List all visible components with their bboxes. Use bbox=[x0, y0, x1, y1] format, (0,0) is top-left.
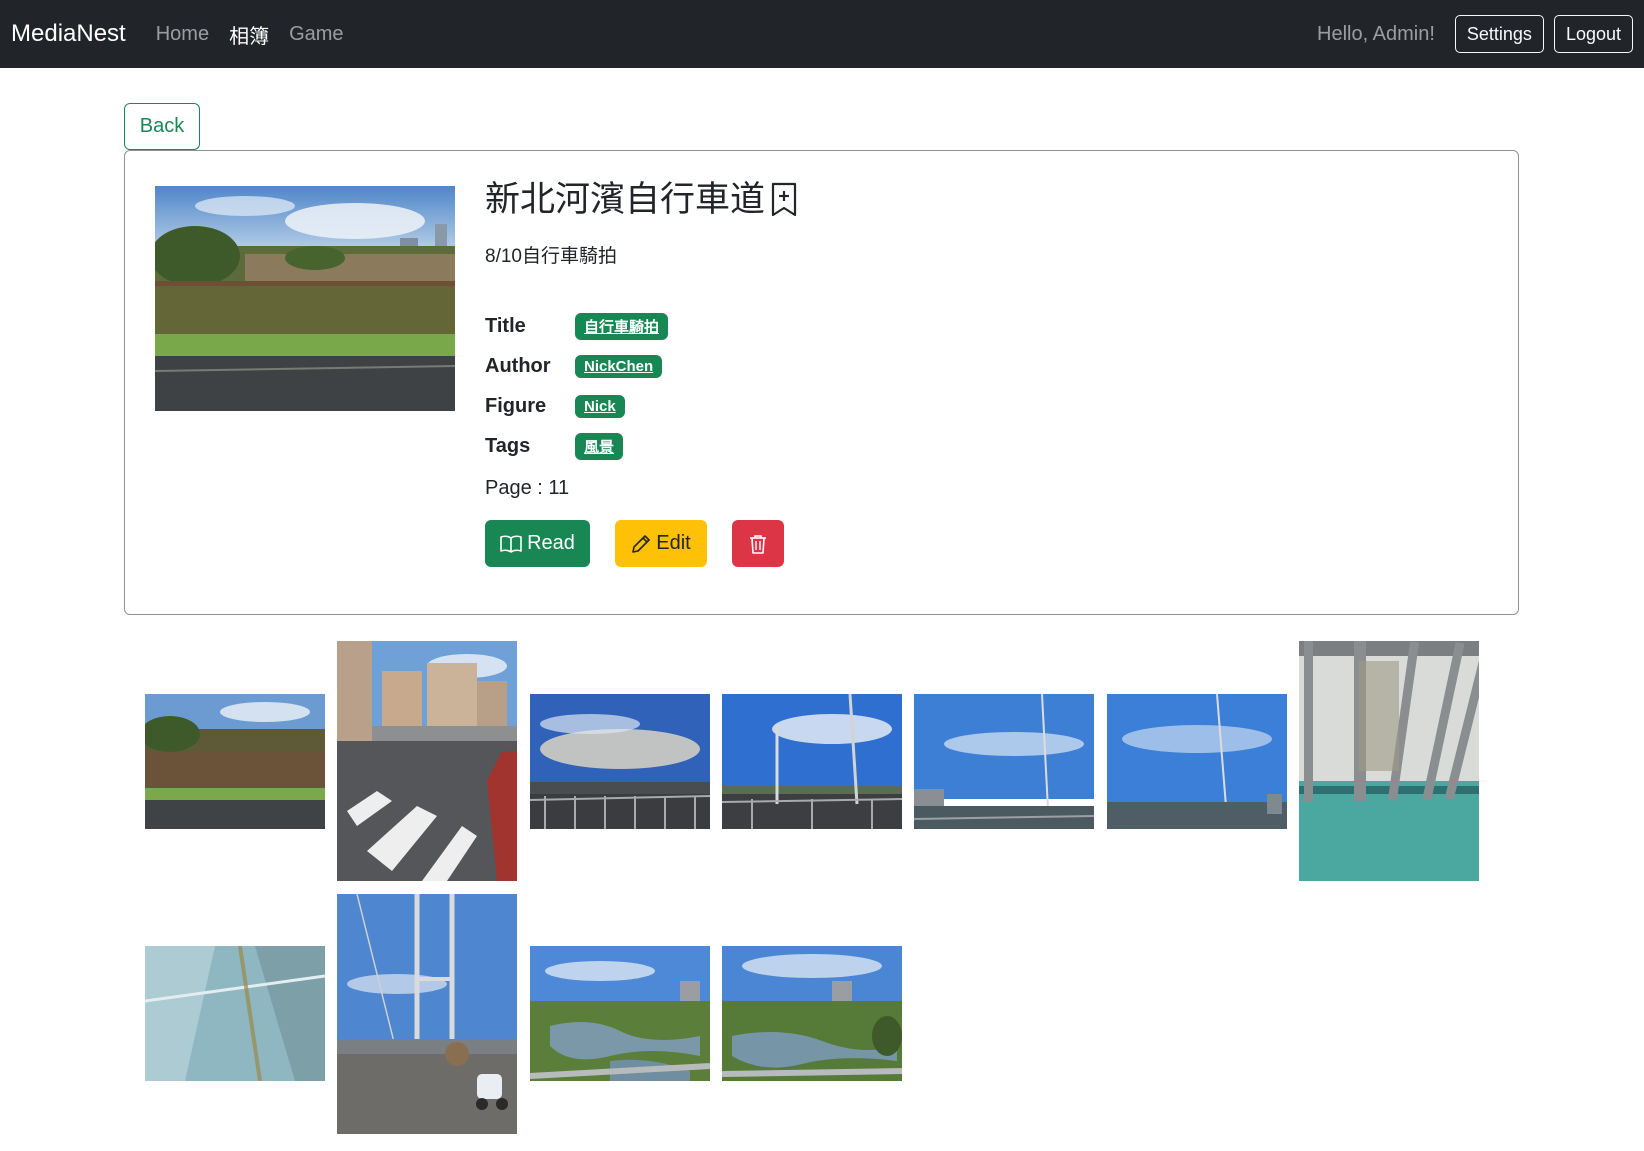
photo-thumbnail[interactable] bbox=[145, 946, 325, 1081]
delete-button[interactable] bbox=[732, 520, 784, 567]
meta-label: Figure bbox=[485, 394, 547, 417]
edit-button-label: Edit bbox=[656, 532, 691, 554]
nav-link-game[interactable]: Game bbox=[289, 23, 343, 46]
tag-badge-link[interactable]: 風景 bbox=[575, 432, 624, 460]
photo-thumbnail[interactable] bbox=[914, 694, 1094, 829]
photo-thumbnail[interactable] bbox=[722, 946, 902, 1081]
nav-link-album[interactable]: 相簿 bbox=[229, 20, 269, 49]
book-icon bbox=[500, 535, 522, 553]
bookmark-plus-icon[interactable] bbox=[769, 182, 799, 218]
figure-badge-link[interactable]: Nick bbox=[575, 394, 625, 418]
meta-row-author: Author NickChen bbox=[485, 346, 809, 386]
photo-thumbnail[interactable] bbox=[530, 694, 710, 829]
navbar-user-area: Hello, Admin! Settings Logout bbox=[1317, 15, 1633, 53]
album-actions: Read Edit bbox=[485, 520, 809, 567]
meta-label: Author bbox=[485, 354, 551, 377]
album-detail-card: 新北河濱自行車道 8/10自行車騎拍 Title 自行車騎拍 Author Ni… bbox=[124, 150, 1519, 615]
photo-thumbnail[interactable] bbox=[530, 946, 710, 1081]
pencil-icon bbox=[632, 534, 651, 553]
meta-label: Tags bbox=[485, 434, 531, 457]
photo-thumbnail[interactable] bbox=[1299, 641, 1479, 881]
brand-logo[interactable]: MediaNest bbox=[11, 20, 126, 48]
album-subtitle: 8/10自行車騎拍 bbox=[485, 246, 617, 267]
meta-row-title: Title 自行車騎拍 bbox=[485, 306, 809, 346]
edit-button[interactable]: Edit bbox=[615, 520, 707, 567]
settings-button[interactable]: Settings bbox=[1454, 15, 1544, 53]
page-count: Page : 11 bbox=[485, 476, 570, 499]
meta-row-tags: Tags 風景 bbox=[485, 426, 809, 466]
logout-button[interactable]: Logout bbox=[1553, 15, 1633, 53]
title-badge-link[interactable]: 自行車騎拍 bbox=[575, 312, 669, 340]
read-button[interactable]: Read bbox=[485, 520, 590, 567]
nav-link-home[interactable]: Home bbox=[156, 23, 209, 46]
album-title: 新北河濱自行車道 bbox=[485, 180, 766, 219]
photo-thumbnail[interactable] bbox=[1107, 694, 1287, 829]
photo-thumbnail[interactable] bbox=[145, 694, 325, 829]
read-button-label: Read bbox=[527, 532, 575, 554]
meta-row-figure: Figure Nick bbox=[485, 386, 809, 426]
user-greeting: Hello, Admin! bbox=[1317, 22, 1435, 45]
photo-thumbnail[interactable] bbox=[722, 694, 902, 829]
album-info: 新北河濱自行車道 8/10自行車騎拍 Title 自行車騎拍 Author Ni… bbox=[485, 179, 809, 567]
photo-thumbnail[interactable] bbox=[337, 641, 517, 881]
album-cover-image[interactable] bbox=[155, 186, 455, 411]
meta-label: Title bbox=[485, 314, 526, 337]
album-title-row: 新北河濱自行車道 bbox=[485, 179, 809, 221]
back-button[interactable]: Back bbox=[124, 103, 200, 150]
photo-thumbnail[interactable] bbox=[337, 894, 517, 1134]
author-badge-link[interactable]: NickChen bbox=[575, 354, 663, 378]
album-metadata: Title 自行車騎拍 Author NickChen Figure Nick … bbox=[485, 306, 809, 466]
top-navbar: MediaNest Home 相簿 Game Hello, Admin! Set… bbox=[0, 0, 1644, 68]
trash-icon bbox=[750, 534, 766, 554]
